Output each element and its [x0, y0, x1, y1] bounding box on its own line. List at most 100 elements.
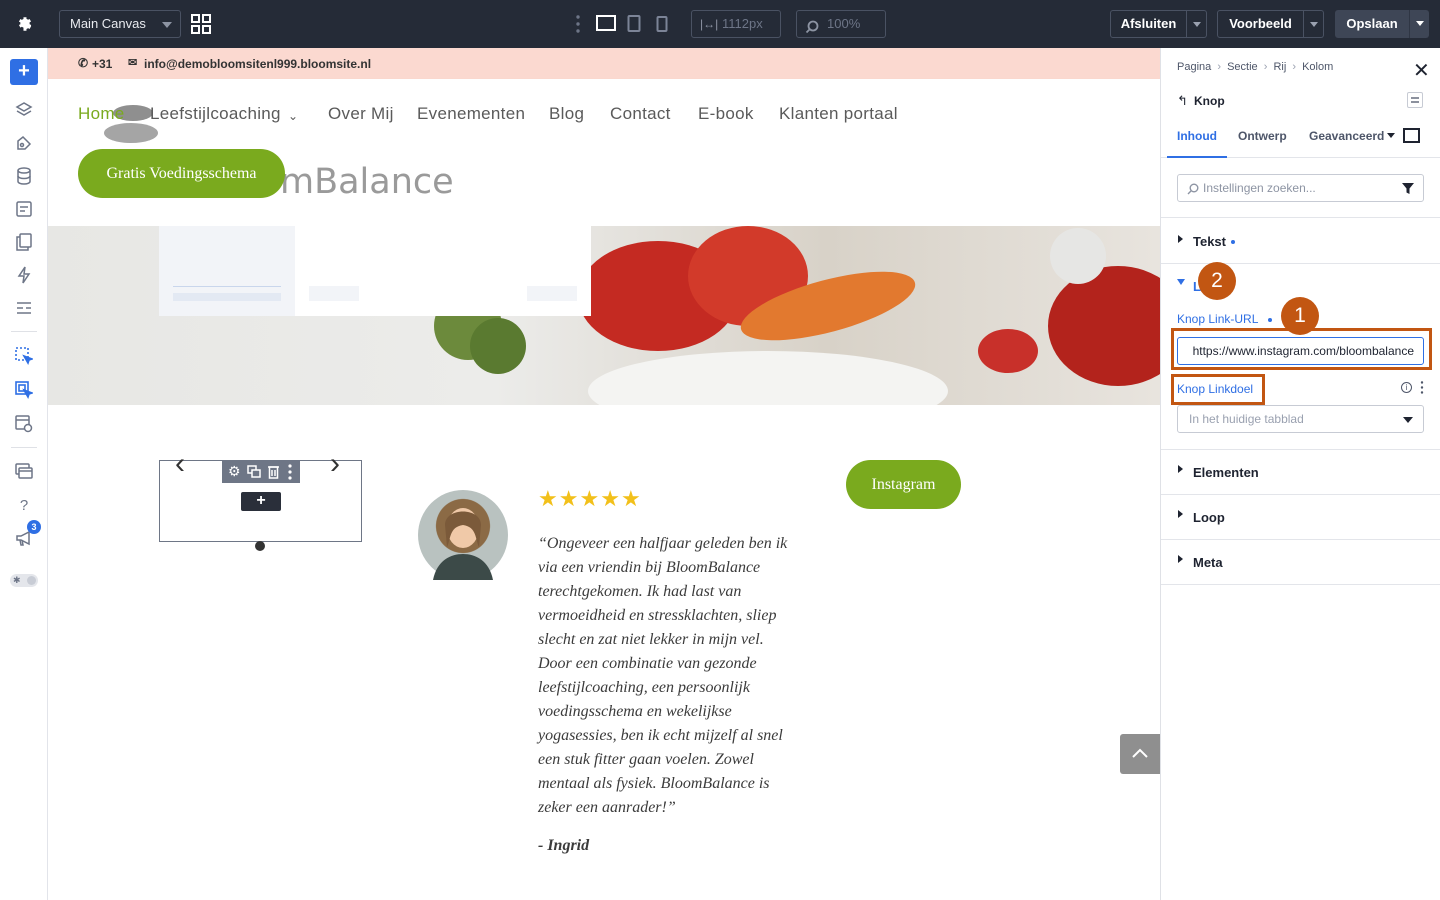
- nav-item-blog[interactable]: Blog: [549, 104, 584, 124]
- preview-button[interactable]: Voorbeeld: [1217, 10, 1304, 38]
- settings-search-input[interactable]: Instellingen zoeken...: [1177, 174, 1424, 202]
- section-meta-title: Meta: [1193, 555, 1223, 570]
- breadcrumb-rij[interactable]: Rij: [1273, 61, 1286, 73]
- element-settings-icon[interactable]: ⚙: [228, 463, 241, 480]
- desktop-view-icon[interactable]: [596, 15, 616, 38]
- hero-image: [48, 226, 1160, 405]
- nav-item-over-mij[interactable]: Over Mij: [328, 104, 394, 124]
- nav-item-ebook[interactable]: E-book: [698, 104, 754, 124]
- mobile-view-icon[interactable]: [656, 16, 668, 37]
- header-overlay-box: [159, 226, 591, 316]
- close-builder-button[interactable]: Afsluiten: [1110, 10, 1187, 38]
- settings-gear-icon[interactable]: [0, 0, 48, 48]
- overlay-skeleton-bar: [173, 293, 281, 301]
- square-toggle-icon[interactable]: [1403, 128, 1420, 143]
- panel-tabs: Inhoud Ontwerp Geavanceerd: [1161, 122, 1440, 158]
- nav-item-contact[interactable]: Contact: [610, 104, 671, 124]
- database-settings-icon[interactable]: [14, 414, 34, 434]
- more-vertical-icon[interactable]: [575, 14, 581, 39]
- slider-next-arrow-icon[interactable]: ›: [330, 447, 340, 481]
- section-elementen[interactable]: Elementen: [1161, 449, 1440, 494]
- grid-view-icon[interactable]: [191, 14, 211, 39]
- width-arrows-icon: |↔|: [700, 17, 719, 31]
- zoom-search-icon: [805, 17, 819, 43]
- back-arrow-icon[interactable]: ↰: [1177, 93, 1188, 109]
- nav-item-klanten-portaal[interactable]: Klanten portaal: [779, 104, 898, 124]
- expand-triangle-icon: [1178, 235, 1183, 243]
- slider-prev-arrow-icon[interactable]: ‹: [175, 447, 185, 481]
- chevron-down-icon: ⌄: [288, 109, 299, 123]
- select-multiple-icon[interactable]: [14, 380, 34, 400]
- template-icon[interactable]: [14, 298, 34, 318]
- delete-trash-icon[interactable]: [267, 464, 280, 484]
- overlay-skeleton-line: [173, 286, 281, 287]
- duplicate-icon[interactable]: [247, 465, 261, 484]
- email-address[interactable]: info@demobloomsitenl999.bloomsite.nl: [144, 57, 371, 71]
- breadcrumb-sectie[interactable]: Sectie: [1227, 61, 1258, 73]
- element-options-icon[interactable]: [1407, 92, 1423, 108]
- overlay-skeleton-bar: [527, 286, 577, 301]
- instagram-button[interactable]: Instagram: [846, 460, 961, 509]
- nav-item-leefstijlcoaching[interactable]: Leefstijlcoaching: [150, 104, 281, 124]
- annotation-badge-1: 1: [1281, 297, 1319, 335]
- add-element-button[interactable]: +: [10, 59, 38, 85]
- overlay-skeleton-bar: [309, 286, 359, 301]
- link-target-select[interactable]: In het huidige tabblad: [1177, 405, 1424, 433]
- canvas-select-value: Main Canvas: [70, 16, 146, 31]
- canvas-select[interactable]: Main Canvas: [59, 10, 181, 38]
- cta-button[interactable]: Gratis Voedingsschema: [78, 149, 285, 198]
- tab-geavanceerd[interactable]: Geavanceerd: [1309, 122, 1384, 150]
- nav-item-home[interactable]: Home: [78, 104, 125, 124]
- slider-element[interactable]: ⚙ + ‹ ›: [159, 447, 362, 551]
- section-meta[interactable]: Meta: [1161, 539, 1440, 585]
- lightning-icon[interactable]: [14, 265, 34, 285]
- breadcrumb-separator-icon: ›: [1263, 61, 1268, 73]
- scroll-to-top-button[interactable]: [1120, 734, 1160, 774]
- add-slide-button[interactable]: +: [241, 492, 281, 511]
- nav-item-evenementen[interactable]: Evenementen: [417, 104, 525, 124]
- canvas-width-input[interactable]: |↔| 1112px: [691, 10, 781, 38]
- expand-triangle-icon: [1178, 465, 1183, 473]
- theme-toggle[interactable]: ✱: [10, 574, 38, 587]
- expand-triangle-icon: [1178, 555, 1183, 563]
- tablet-view-icon[interactable]: [627, 15, 641, 38]
- pages-icon[interactable]: [14, 232, 34, 252]
- annotation-badge-2: 2: [1198, 262, 1236, 300]
- breadcrumb-kolom[interactable]: Kolom: [1302, 61, 1333, 73]
- database-icon[interactable]: [14, 166, 34, 186]
- info-icon[interactable]: i: [1401, 382, 1412, 393]
- close-options-dropdown[interactable]: [1187, 10, 1207, 38]
- search-icon: [1187, 182, 1199, 200]
- save-button[interactable]: Opslaan: [1335, 10, 1409, 38]
- slider-dot[interactable]: [255, 541, 265, 551]
- collapse-triangle-icon[interactable]: [1177, 279, 1185, 285]
- notification-badge: 3: [27, 520, 41, 534]
- breadcrumb-pagina[interactable]: Pagina: [1177, 61, 1211, 73]
- style-palette-icon[interactable]: [14, 133, 34, 153]
- canvas-width-value: 1112px: [722, 16, 763, 31]
- toggle-knob: [27, 576, 36, 585]
- link-target-value: In het huidige tabblad: [1189, 412, 1304, 426]
- zoom-input[interactable]: 100%: [796, 10, 886, 38]
- form-icon[interactable]: [14, 199, 34, 219]
- zoom-value: 100%: [827, 16, 861, 31]
- star-icon: ★: [600, 486, 621, 511]
- tab-ontwerp[interactable]: Ontwerp: [1238, 122, 1287, 150]
- layers-icon[interactable]: [14, 100, 34, 120]
- breadcrumb: Pagina › Sectie › Rij › Kolom: [1177, 61, 1333, 73]
- section-tekst[interactable]: Tekst: [1161, 217, 1440, 263]
- stacked-windows-icon[interactable]: [14, 461, 34, 481]
- section-loop[interactable]: Loop: [1161, 494, 1440, 539]
- more-vertical-icon[interactable]: [288, 464, 292, 485]
- section-loop-title: Loop: [1193, 510, 1225, 525]
- close-panel-icon[interactable]: ✕: [1413, 58, 1430, 83]
- filter-icon[interactable]: [1402, 182, 1414, 200]
- preview-options-dropdown[interactable]: [1304, 10, 1324, 38]
- help-icon[interactable]: ?: [14, 495, 34, 515]
- tab-inhoud[interactable]: Inhoud: [1167, 122, 1227, 158]
- phone-number: +31: [92, 57, 113, 71]
- save-options-dropdown[interactable]: [1409, 10, 1429, 38]
- select-element-icon[interactable]: [14, 346, 34, 366]
- chevron-down-icon: [1310, 22, 1318, 27]
- more-vertical-icon[interactable]: [1420, 381, 1424, 399]
